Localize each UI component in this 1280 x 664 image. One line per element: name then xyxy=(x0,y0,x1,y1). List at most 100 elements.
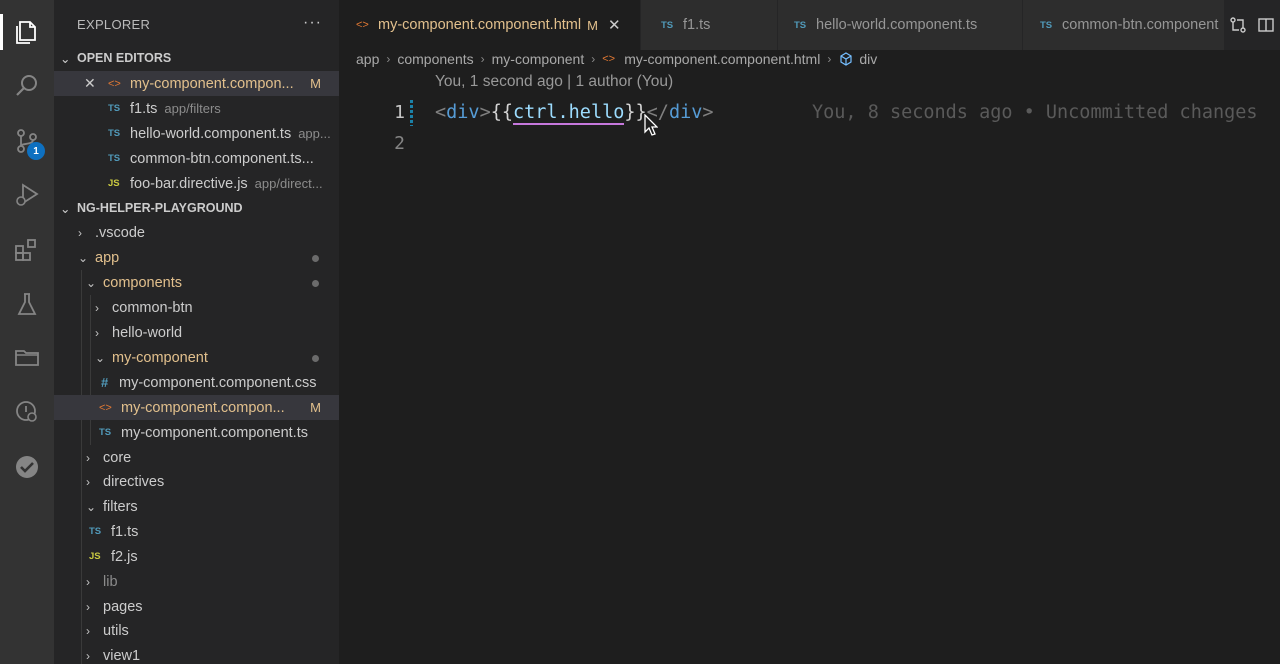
ts-file-icon: TS xyxy=(794,19,807,31)
js-file-icon: JS xyxy=(108,178,120,189)
tree-folder[interactable]: ⌄ my-component xyxy=(54,345,339,370)
tab-hello-world-ts[interactable]: TS hello-world.component.ts xyxy=(778,0,1022,50)
close-icon[interactable]: ✕ xyxy=(608,16,621,34)
codelens-blame[interactable]: You, 1 second ago | 1 author (You) xyxy=(435,73,673,91)
tab-label: f1.ts xyxy=(683,17,711,33)
section-title: NG-HELPER-PLAYGROUND xyxy=(77,201,243,215)
extensions-icon[interactable] xyxy=(0,226,54,274)
code-token: div xyxy=(668,102,703,123)
chevron-right-icon: › xyxy=(386,52,391,66)
tab-f1-ts[interactable]: TS f1.ts xyxy=(641,0,777,50)
open-editor-item[interactable]: TS f1.ts app/filters xyxy=(54,96,339,121)
tree-folder[interactable]: ⌄ components xyxy=(54,270,339,295)
testing-flask-icon[interactable] xyxy=(0,280,54,328)
code-token: div xyxy=(446,102,480,123)
open-editor-label: foo-bar.directive.js xyxy=(130,175,248,192)
tree-folder[interactable]: › common-btn xyxy=(54,295,339,320)
section-title: OPEN EDITORS xyxy=(77,51,172,65)
more-actions-icon[interactable]: ··· xyxy=(303,14,322,32)
code-token: < xyxy=(435,102,447,123)
tree-file[interactable]: TS my-component.component.ts xyxy=(54,420,339,445)
html-file-icon: <> xyxy=(108,77,121,90)
tree-label: filters xyxy=(103,498,138,515)
modified-dot xyxy=(312,255,319,262)
explorer-icon[interactable] xyxy=(0,8,54,56)
ts-file-icon: TS xyxy=(1040,19,1053,31)
open-editor-label: my-component.compon... xyxy=(130,75,294,92)
mouse-pointer-icon xyxy=(644,114,658,136)
tree-label: f2.js xyxy=(111,548,138,565)
modified-gutter-indicator xyxy=(410,100,413,126)
open-editor-item[interactable]: TS hello-world.component.ts app... xyxy=(54,121,337,146)
tree-label: common-btn xyxy=(112,299,193,316)
modified-badge: M xyxy=(310,76,321,91)
open-editors-section[interactable]: ⌄ OPEN EDITORS xyxy=(54,46,339,70)
tree-folder[interactable]: › core xyxy=(54,445,339,470)
search-icon[interactable] xyxy=(0,62,54,110)
chevron-right-icon: › xyxy=(86,574,90,589)
folders-icon[interactable] xyxy=(0,333,54,381)
code-token: ctrl.hello xyxy=(512,102,625,125)
tree-folder[interactable]: ⌄ app xyxy=(54,245,339,270)
chevron-down-icon: ⌄ xyxy=(86,275,97,290)
remote-explorer-icon[interactable] xyxy=(0,388,54,436)
chevron-right-icon: › xyxy=(86,450,90,465)
tree-folder[interactable]: › lib xyxy=(54,569,339,594)
tree-label: utils xyxy=(103,622,129,639)
tree-folder[interactable]: › hello-world xyxy=(54,320,339,345)
open-editor-item[interactable]: TS common-btn.component.ts... xyxy=(54,146,334,171)
html-file-icon: <> xyxy=(99,401,112,414)
breadcrumb-item[interactable]: app xyxy=(356,51,379,67)
code-token: > xyxy=(702,102,714,123)
tree-label: my-component.component.ts xyxy=(121,424,308,441)
explorer-sidebar: EXPLORER ··· ⌄ OPEN EDITORS ✕ <> my-comp… xyxy=(54,0,339,664)
breadcrumb-item[interactable]: div xyxy=(859,51,877,67)
tab-actions xyxy=(1224,0,1280,50)
ts-file-icon: TS xyxy=(108,153,121,164)
tree-folder[interactable]: › utils xyxy=(54,618,339,643)
tree-label: directives xyxy=(103,473,165,490)
tree-file[interactable]: # my-component.component.css xyxy=(54,370,339,395)
ts-file-icon: TS xyxy=(99,427,112,438)
breadcrumb-item[interactable]: my-component.component.html xyxy=(624,51,820,67)
checkmark-icon[interactable] xyxy=(0,443,54,491)
breadcrumb-item[interactable]: my-component xyxy=(492,51,585,67)
chevron-right-icon: › xyxy=(86,474,90,489)
breadcrumb-item[interactable]: components xyxy=(397,51,473,67)
js-file-icon: JS xyxy=(89,551,101,562)
tree-file[interactable]: TS f1.ts xyxy=(54,519,339,544)
chevron-down-icon: ⌄ xyxy=(60,51,71,66)
open-editor-item[interactable]: ✕ <> my-component.compon... M xyxy=(54,71,339,96)
chevron-down-icon: ⌄ xyxy=(78,250,89,265)
code-token: {{ xyxy=(490,102,513,123)
ts-file-icon: TS xyxy=(661,19,674,31)
run-debug-icon[interactable] xyxy=(0,170,54,218)
project-section[interactable]: ⌄ NG-HELPER-PLAYGROUND xyxy=(54,196,339,220)
ts-file-icon: TS xyxy=(108,103,121,114)
tree-file[interactable]: JS f2.js xyxy=(54,544,339,569)
tree-folder[interactable]: › pages xyxy=(54,594,339,619)
tree-folder[interactable]: › view1 xyxy=(54,643,339,664)
open-editor-item[interactable]: JS foo-bar.directive.js app/direct... xyxy=(54,171,339,196)
code-line-1[interactable]: <div>{{ctrl.hello}}</div> xyxy=(435,99,714,127)
tree-file[interactable]: <> my-component.compon... M xyxy=(54,395,339,420)
close-icon[interactable]: ✕ xyxy=(84,75,98,92)
tree-folder[interactable]: › .vscode xyxy=(54,220,339,245)
source-control-badge: 1 xyxy=(27,142,45,160)
tree-folder[interactable]: ⌄ filters xyxy=(54,494,339,519)
tree-folder[interactable]: › directives xyxy=(54,469,339,494)
tab-label: common-btn.component xyxy=(1062,17,1219,33)
tab-common-btn-ts[interactable]: TS common-btn.component xyxy=(1023,0,1224,50)
source-control-icon[interactable]: 1 xyxy=(0,117,54,165)
line-number: 1 xyxy=(394,102,405,123)
tree-label: view1 xyxy=(103,647,141,664)
tree-label: my-component.component.css xyxy=(119,374,317,391)
split-editor-icon[interactable] xyxy=(1257,16,1275,34)
compare-changes-icon[interactable] xyxy=(1229,16,1247,34)
tree-label: my-component.compon... xyxy=(121,399,285,416)
code-token: > xyxy=(479,102,491,123)
ts-file-icon: TS xyxy=(89,526,102,537)
tab-my-component-html[interactable]: <> my-component.component.html M ✕ xyxy=(339,0,640,50)
open-editor-label: hello-world.component.ts xyxy=(130,125,292,142)
tree-label: .vscode xyxy=(95,224,145,241)
